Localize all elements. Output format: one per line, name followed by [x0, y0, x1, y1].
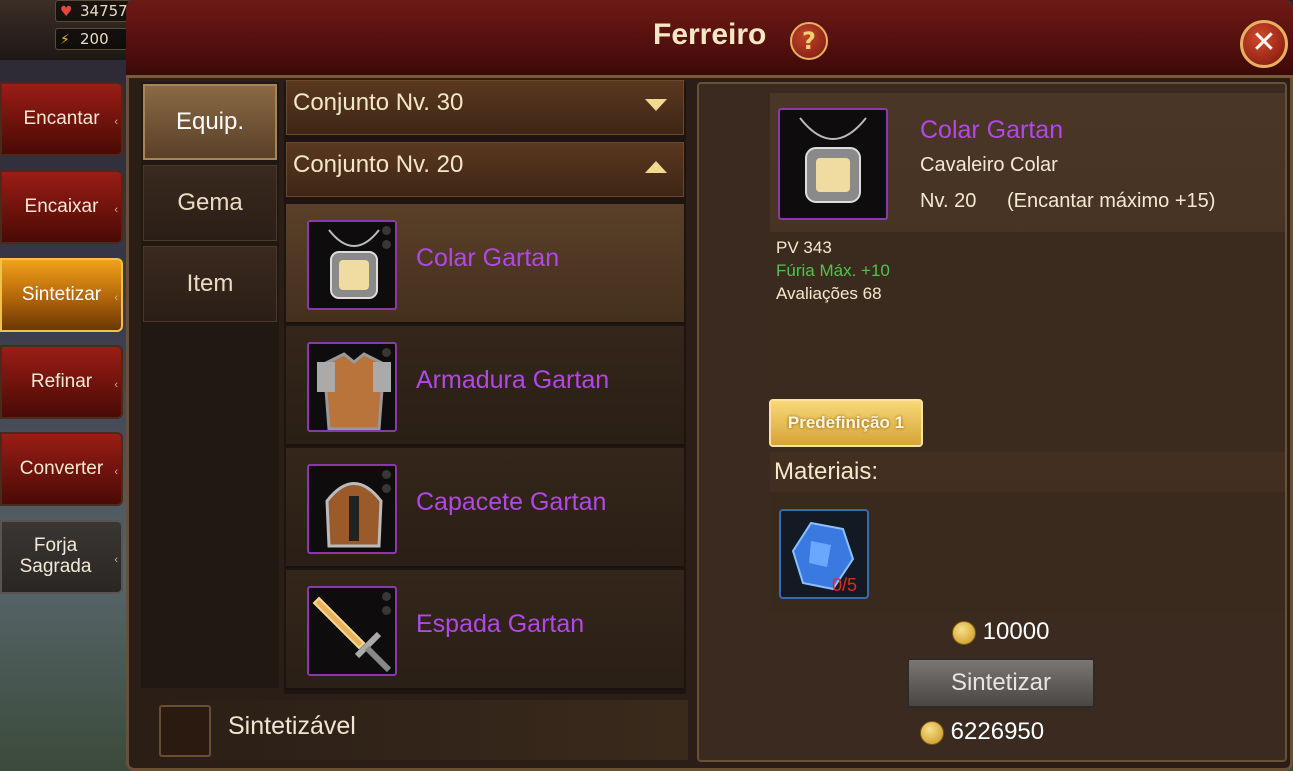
chevron-left-icon: ‹	[114, 204, 118, 216]
synthesizable-label: Sintetizável	[228, 712, 356, 740]
synthesizable-filter-row	[143, 700, 688, 760]
item-name: Armadura Gartan	[416, 366, 610, 394]
list-item-colar[interactable]: Colar Gartan	[286, 204, 684, 324]
menu-sintetizar[interactable]: Sintetizar ‹	[0, 258, 123, 332]
health-icon: ♥	[60, 4, 73, 20]
list-item-capacete[interactable]: Capacete Gartan	[286, 448, 684, 568]
lightning-icon: ⚡	[60, 32, 70, 48]
detail-item-name: Colar Gartan	[920, 116, 1064, 144]
tab-equip[interactable]: Equip.	[143, 84, 277, 160]
help-button[interactable]: ?	[790, 22, 828, 60]
window-title: Ferreiro	[653, 18, 767, 51]
chevron-left-icon: ‹	[114, 116, 118, 128]
synth-cost: 10000	[952, 618, 1049, 646]
synthesizable-checkbox[interactable]	[159, 705, 211, 757]
detail-item-level: Nv. 20	[920, 190, 977, 212]
preset-button[interactable]: Predefinição 1	[769, 399, 923, 447]
menu-encantar[interactable]: Encantar ‹	[0, 82, 123, 156]
chevron-left-icon: ‹	[114, 292, 118, 304]
stat-furia: Fúria Máx. +10	[776, 261, 890, 280]
close-button[interactable]: ✕	[1240, 20, 1288, 68]
chevron-left-icon: ‹	[114, 466, 118, 478]
detail-item-type: Cavaleiro Colar	[920, 154, 1058, 176]
group-nv20[interactable]: Conjunto Nv. 20	[286, 142, 684, 197]
health-resource: ♥ 34757	[55, 0, 130, 22]
item-name: Capacete Gartan	[416, 488, 607, 516]
menu-encaixar[interactable]: Encaixar ‹	[0, 170, 123, 244]
sword-icon	[307, 586, 397, 676]
menu-refinar[interactable]: Refinar ‹	[0, 345, 123, 419]
tab-item[interactable]: Item	[143, 246, 277, 322]
materials-label: Materiais:	[774, 458, 879, 485]
menu-forja-sagrada[interactable]: Forja Sagrada ‹	[0, 520, 123, 594]
helmet-icon	[307, 464, 397, 554]
energy-resource: ⚡ 200	[55, 28, 130, 50]
group-nv30[interactable]: Conjunto Nv. 30	[286, 80, 684, 135]
item-name: Colar Gartan	[416, 244, 560, 272]
item-name: Espada Gartan	[416, 610, 585, 638]
tab-gema[interactable]: Gema	[143, 165, 277, 241]
collapse-arrow-icon	[645, 161, 667, 173]
menu-converter[interactable]: Converter ‹	[0, 432, 123, 506]
chevron-left-icon: ‹	[114, 379, 118, 391]
stat-pv: PV 343	[776, 238, 832, 257]
expand-arrow-icon	[645, 99, 667, 111]
chevron-left-icon: ‹	[114, 554, 118, 566]
synthesize-button[interactable]: Sintetizar	[907, 658, 1095, 708]
gold-balance: 6226950	[920, 718, 1044, 746]
necklace-icon	[778, 108, 888, 220]
list-item-espada[interactable]: Espada Gartan	[286, 570, 684, 690]
detail-max-enchant: (Encantar máximo +15)	[1007, 190, 1216, 212]
necklace-icon	[307, 220, 397, 310]
stat-avaliacoes: Avaliações 68	[776, 284, 882, 303]
material-count: 0/5	[832, 575, 858, 595]
armor-icon	[307, 342, 397, 432]
coin-icon	[952, 620, 976, 645]
list-item-armadura[interactable]: Armadura Gartan	[286, 326, 684, 446]
coin-icon	[920, 720, 944, 745]
